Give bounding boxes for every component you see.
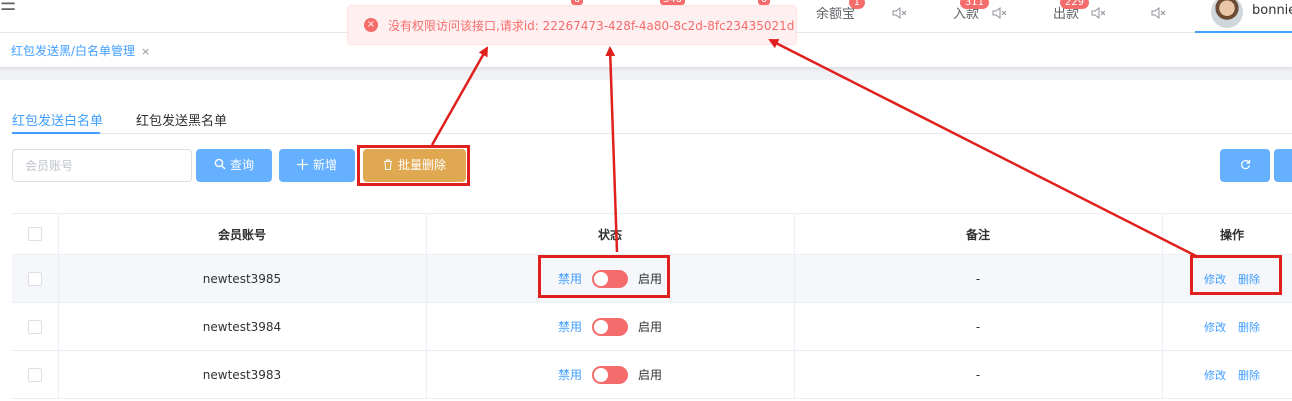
- mute-icon[interactable]: [1150, 5, 1166, 21]
- column-settings-button[interactable]: [1274, 149, 1292, 182]
- search-icon: [214, 158, 226, 170]
- username: bonnie: [1252, 3, 1292, 18]
- error-message-toast: × 没有权限访问该接口,请求id: 22267473-428f-4a80-8c2…: [347, 5, 797, 45]
- avatar[interactable]: [1211, 0, 1243, 28]
- edit-link[interactable]: 修改: [1204, 369, 1226, 382]
- status-cell: 禁用 启用: [426, 350, 795, 399]
- column-header: 备注: [794, 213, 1163, 255]
- stat-badge: 229: [1059, 0, 1090, 9]
- user-menu[interactable]: bonnie: [1195, 0, 1292, 33]
- delete-link[interactable]: 删除: [1238, 321, 1260, 334]
- stat-badge: 311: [959, 0, 990, 9]
- disable-label: 禁用: [557, 368, 582, 382]
- stat-yuebao[interactable]: 余额宝 1: [816, 0, 866, 22]
- select-all-checkbox[interactable]: [27, 227, 42, 242]
- error-icon: ×: [364, 18, 378, 32]
- select-cell: [12, 350, 59, 399]
- tab-active-indicator: [12, 132, 100, 134]
- status-toggle[interactable]: [592, 365, 628, 384]
- stat-withdraw[interactable]: 出款 229: [1053, 0, 1090, 22]
- tab-whitelist[interactable]: 红包发送白名单: [12, 110, 103, 129]
- whitelist-table: 会员账号 状态 备注 操作 newtest3985 禁用 启用 - 修改 删除 ne…: [12, 213, 1292, 399]
- disable-label: 禁用: [557, 272, 582, 286]
- stat-deposit[interactable]: 入款 311: [953, 0, 990, 22]
- enable-label: 启用: [638, 368, 663, 382]
- account-cell: newtest3985: [58, 254, 427, 303]
- batch-delete-label: 批量删除: [397, 158, 446, 172]
- query-button[interactable]: 查询: [196, 149, 272, 182]
- actions-cell: 修改 删除: [1162, 350, 1292, 399]
- remark-cell: -: [794, 302, 1163, 351]
- account-search-input[interactable]: [12, 149, 192, 182]
- table-row: newtest3984 禁用 启用 - 修改 删除: [12, 302, 1292, 351]
- table-header-row: 会员账号 状态 备注 操作: [12, 213, 1292, 255]
- actions-cell: 修改 删除: [1162, 254, 1292, 303]
- plus-icon: [296, 159, 308, 170]
- tab-divider: [12, 133, 1292, 134]
- hamburger-menu-icon[interactable]: ☰: [0, 0, 16, 14]
- mute-icon[interactable]: [891, 5, 907, 21]
- add-label: 新增: [312, 158, 337, 172]
- query-label: 查询: [229, 158, 254, 172]
- stat-label: 余额宝: [816, 7, 856, 22]
- refresh-icon: [1240, 160, 1250, 170]
- mute-icon[interactable]: [991, 5, 1007, 21]
- tag-whitelist-management[interactable]: 红包发送黑/白名单管理 ×: [11, 42, 150, 59]
- remark-cell: -: [794, 254, 1163, 303]
- select-cell: [12, 254, 59, 303]
- account-cell: newtest3983: [58, 350, 427, 399]
- edit-link[interactable]: 修改: [1204, 321, 1226, 334]
- remark-cell: -: [794, 350, 1163, 399]
- enable-label: 启用: [638, 320, 663, 334]
- account-cell: newtest3984: [58, 302, 427, 351]
- row-checkbox[interactable]: [27, 319, 42, 334]
- mute-icon[interactable]: [1090, 5, 1106, 21]
- column-header: 状态: [426, 213, 795, 255]
- error-message-text: 没有权限访问该接口,请求id: 22267473-428f-4a80-8c2d-…: [388, 19, 795, 33]
- stat-label: 出款: [1053, 7, 1080, 22]
- delete-link[interactable]: 删除: [1238, 273, 1260, 286]
- status-cell: 禁用 启用: [426, 302, 795, 351]
- column-header: 操作: [1162, 213, 1292, 255]
- batch-delete-button[interactable]: 批量删除: [363, 149, 466, 182]
- tab-blacklist[interactable]: 红包发送黑名单: [136, 110, 227, 129]
- stat-badge: 1: [848, 0, 866, 9]
- trash-icon: [383, 159, 392, 170]
- table-row: newtest3983 禁用 启用 - 修改 删除: [12, 350, 1292, 399]
- stat-label: 入款: [953, 7, 980, 22]
- delete-link[interactable]: 删除: [1238, 369, 1260, 382]
- status-toggle[interactable]: [592, 317, 628, 336]
- edit-link[interactable]: 修改: [1204, 273, 1226, 286]
- select-all-cell: [12, 213, 59, 255]
- row-checkbox[interactable]: [27, 271, 42, 286]
- disable-label: 禁用: [557, 320, 582, 334]
- status-cell: 禁用 启用: [426, 254, 795, 303]
- actions-cell: 修改 删除: [1162, 302, 1292, 351]
- enable-label: 启用: [638, 272, 663, 286]
- select-cell: [12, 302, 59, 351]
- table-row: newtest3985 禁用 启用 - 修改 删除: [12, 254, 1292, 303]
- tag-label: 红包发送黑/白名单管理: [11, 44, 136, 58]
- column-header: 会员账号: [58, 213, 427, 255]
- status-toggle[interactable]: [592, 269, 628, 288]
- main-content-card: 红包发送白名单 红包发送黑名单 查询 新增 批量删除 会员账号 状态 备注 操作: [0, 80, 1292, 401]
- close-icon[interactable]: ×: [141, 45, 150, 58]
- refresh-button[interactable]: [1220, 149, 1270, 182]
- add-button[interactable]: 新增: [279, 149, 355, 182]
- row-checkbox[interactable]: [27, 367, 42, 382]
